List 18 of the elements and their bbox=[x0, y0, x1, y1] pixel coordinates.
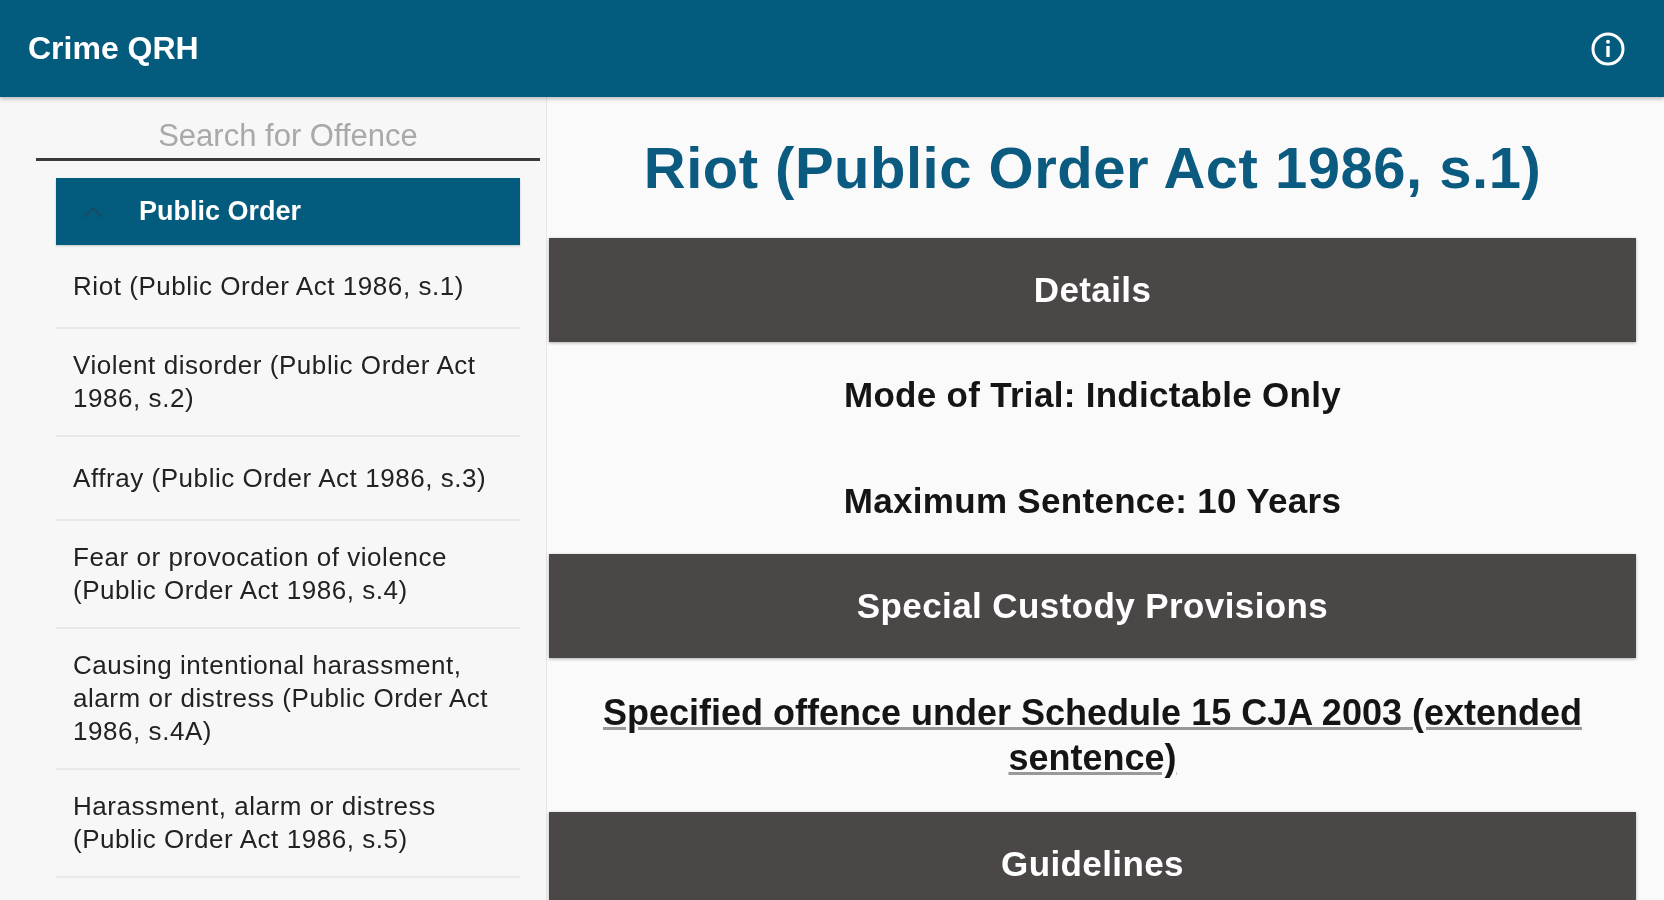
offence-list-item[interactable]: Causing intentional harassment, alarm or distress (Public Order Act 1986, s.4A) bbox=[56, 629, 520, 770]
category-header[interactable]: Public Order bbox=[56, 178, 520, 245]
detail-text: Maximum Sentence: 10 Years bbox=[842, 480, 1343, 522]
offence-list-item[interactable]: Affray (Public Order Act 1986, s.3) bbox=[56, 437, 520, 521]
offence-title: Riot (Public Order Act 1986, s.1) bbox=[642, 134, 1543, 202]
app-title: Crime QRH bbox=[28, 30, 199, 67]
search-field[interactable]: Search for Offence bbox=[36, 113, 540, 161]
section-header: Details bbox=[549, 238, 1636, 342]
offence-list-item[interactable]: Fear or provocation of violence (Public Order Act 1986, s.4) bbox=[56, 521, 520, 629]
provision-link[interactable]: Specified offence under Schedule 15 CJA 2003 (extended sentence) bbox=[589, 690, 1596, 780]
section-header: Special Custody Provisions bbox=[549, 554, 1636, 658]
offence-list-item[interactable]: Riot (Public Order Act 1986, s.1) bbox=[56, 245, 520, 329]
offence-list-item[interactable]: Violent disorder (Public Order Act 1986, s.2) bbox=[56, 329, 520, 437]
section-header: Guidelines bbox=[549, 812, 1636, 900]
category-label: Public Order bbox=[139, 196, 302, 227]
info-icon[interactable] bbox=[1591, 31, 1625, 66]
offence-list-item[interactable]: Harassment, alarm or distress (Public Order Act 1986, s.5) bbox=[56, 770, 520, 878]
detail-text: Mode of Trial: Indictable Only bbox=[842, 374, 1343, 416]
